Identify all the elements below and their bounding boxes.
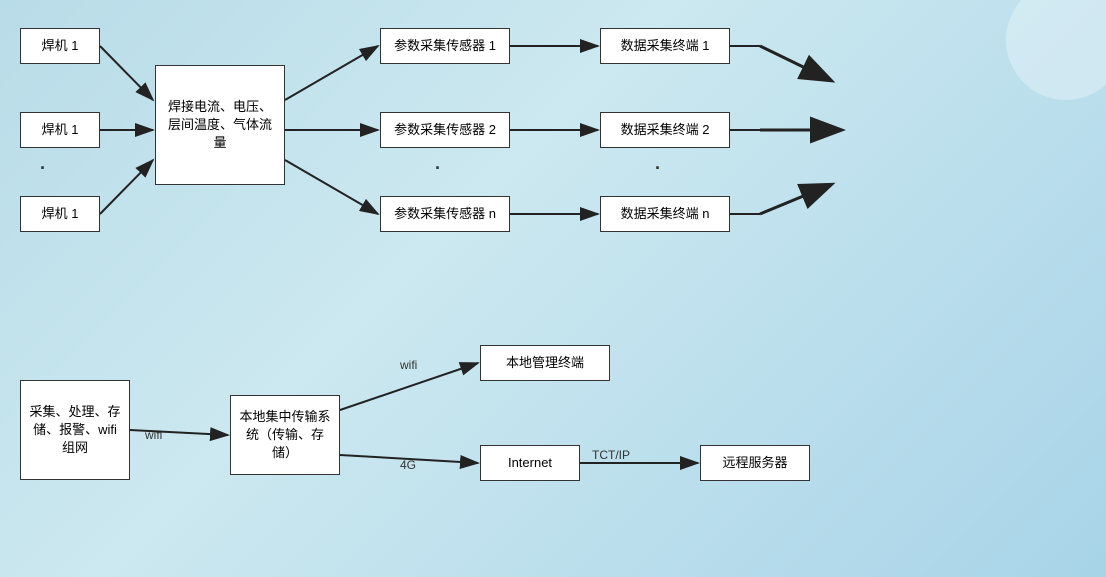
wifi-label-1: wifi xyxy=(145,428,162,442)
sensor-3: 参数采集传感器 n xyxy=(380,196,510,232)
arrow-weld1-process xyxy=(100,46,153,100)
arrow-process-sensor3 xyxy=(285,160,378,214)
wifi-label-2: wifi xyxy=(400,358,417,372)
tctip-label: TCT/IP xyxy=(592,448,630,462)
deco-circle xyxy=(1006,0,1106,100)
welding-machine-1: 焊机 1 xyxy=(20,28,100,64)
welding-machine-3: 焊机 1 xyxy=(20,196,100,232)
data-terminal-2: 数据采集终端 2 xyxy=(600,112,730,148)
local-terminal-box: 本地管理终端 xyxy=(480,345,610,381)
4g-label: 4G xyxy=(400,458,416,472)
remote-server-box: 远程服务器 xyxy=(700,445,810,481)
arrow-process-sensor1 xyxy=(285,46,378,100)
big-arrow-bot xyxy=(760,185,830,214)
ellipsis-sensor: · xyxy=(435,158,441,179)
sensor-1: 参数采集传感器 1 xyxy=(380,28,510,64)
welding-machine-2: 焊机 1 xyxy=(20,112,100,148)
data-terminal-1: 数据采集终端 1 xyxy=(600,28,730,64)
sensor-2: 参数采集传感器 2 xyxy=(380,112,510,148)
ellipsis-top: · xyxy=(40,158,46,179)
process-box: 焊接电流、电压、层间温度、气体流量 xyxy=(155,65,285,185)
data-terminal-3: 数据采集终端 n xyxy=(600,196,730,232)
collect-box: 采集、处理、存储、报警、wifi 组网 xyxy=(20,380,130,480)
big-arrow-top xyxy=(760,46,830,80)
local-central-box: 本地集中传输系统（传输、存储） xyxy=(230,395,340,475)
arrow-weld3-process xyxy=(100,160,153,214)
internet-box: Internet xyxy=(480,445,580,481)
ellipsis-terminal: · xyxy=(655,158,661,179)
diagram-container: 焊机 1 焊机 1 焊机 1 · 焊接电流、电压、层间温度、气体流量 参数采集传… xyxy=(0,0,1106,577)
